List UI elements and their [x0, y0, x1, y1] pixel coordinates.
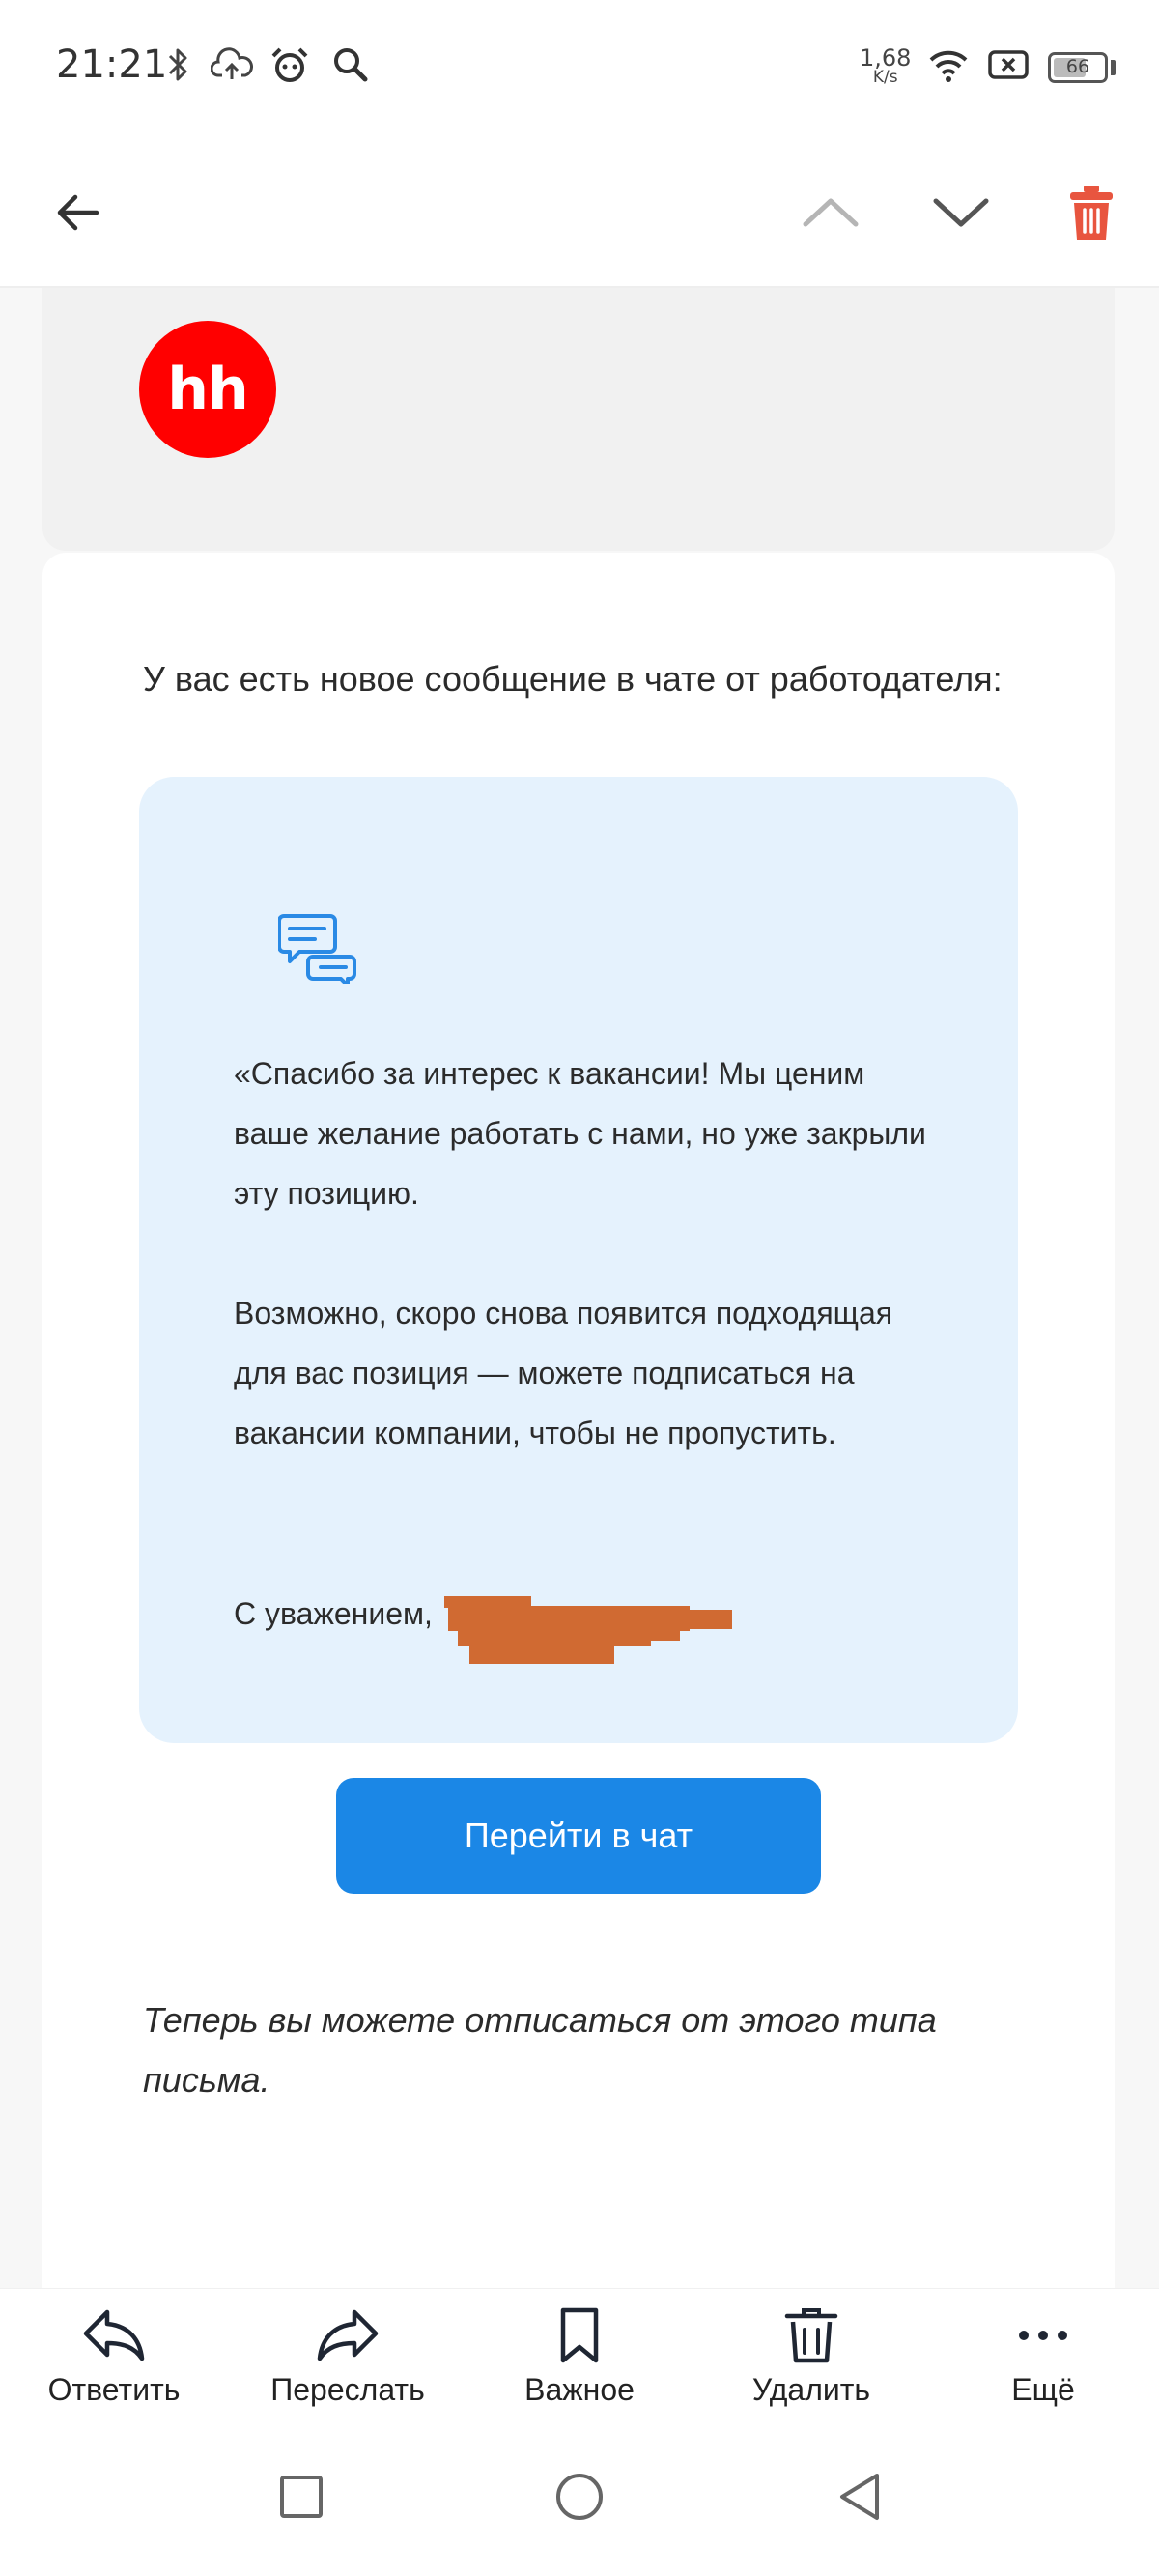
reply-button[interactable]: Ответить [8, 2306, 220, 2408]
more-label: Ещё [1011, 2372, 1075, 2407]
trash-icon [784, 2308, 838, 2363]
next-message-button[interactable] [922, 174, 1000, 251]
system-navigation-bar [0, 2431, 1159, 2576]
message-paragraph-1: «Спасибо за интерес к вакансии! Мы ценим… [234, 1056, 926, 1211]
chevron-up-icon [803, 198, 859, 227]
hh-logo: hh [139, 321, 276, 458]
bluetooth-icon [168, 48, 187, 81]
back-arrow-icon [57, 194, 99, 231]
reply-icon [83, 2309, 145, 2361]
back-button[interactable] [39, 174, 116, 251]
forward-button[interactable]: Переслать [241, 2306, 454, 2408]
battery-tip [1111, 60, 1116, 75]
status-time: 21:21 [56, 43, 168, 87]
delete-toolbar-button[interactable] [1053, 172, 1130, 253]
status-bar: 21:21 1,68 K/s 66 [0, 0, 1159, 135]
bookmark-icon [560, 2307, 599, 2363]
reply-label: Ответить [47, 2372, 181, 2407]
alarm-icon [271, 47, 308, 82]
previous-message-button[interactable] [792, 174, 869, 251]
sim-off-icon [988, 50, 1029, 79]
email-body[interactable]: hh У вас есть новое сообщение в чате от … [0, 288, 1159, 2288]
wifi-icon [929, 50, 968, 82]
message-signature: С уважением, [234, 1596, 433, 1631]
chevron-down-icon [933, 198, 989, 227]
chat-message-bubble: «Спасибо за интерес к вакансии! Мы ценим… [139, 777, 1018, 1743]
message-paragraph-2: Возможно, скоро снова появится подходяща… [234, 1296, 893, 1450]
email-intro-text: У вас есть новое сообщение в чате от раб… [143, 659, 1003, 699]
network-speed-value: 1,68 [860, 44, 912, 72]
battery-level: 66 [1065, 56, 1090, 77]
delete-button[interactable]: Удалить [705, 2306, 918, 2408]
important-label: Важное [524, 2372, 635, 2407]
more-button[interactable]: Ещё [937, 2306, 1149, 2408]
network-speed: 1,68 K/s [860, 46, 911, 86]
search-icon [334, 48, 368, 82]
email-action-bar: Ответить Переслать Важное Удалить Ещё [0, 2288, 1159, 2431]
back-triangle-icon[interactable] [833, 2470, 887, 2524]
network-speed-unit: K/s [872, 68, 898, 87]
recents-square-icon[interactable] [274, 2470, 328, 2524]
battery-indicator: 66 [1048, 52, 1108, 83]
more-dots-icon [1019, 2331, 1067, 2340]
important-button[interactable]: Важное [473, 2306, 686, 2408]
message-toolbar [0, 135, 1159, 288]
email-header-block: hh [42, 288, 1115, 551]
unsubscribe-note: Теперь вы можете отписаться от этого тип… [143, 2000, 937, 2100]
go-to-chat-button[interactable]: Перейти в чат [336, 1778, 821, 1894]
chat-messages-icon [278, 914, 356, 984]
delete-label: Удалить [751, 2372, 871, 2407]
cloud-upload-icon [211, 47, 253, 79]
trash-icon [1070, 186, 1113, 240]
forward-icon [317, 2309, 379, 2361]
forward-label: Переслать [270, 2372, 425, 2407]
home-circle-icon[interactable] [552, 2470, 607, 2524]
email-card: У вас есть новое сообщение в чате от раб… [42, 553, 1115, 2288]
